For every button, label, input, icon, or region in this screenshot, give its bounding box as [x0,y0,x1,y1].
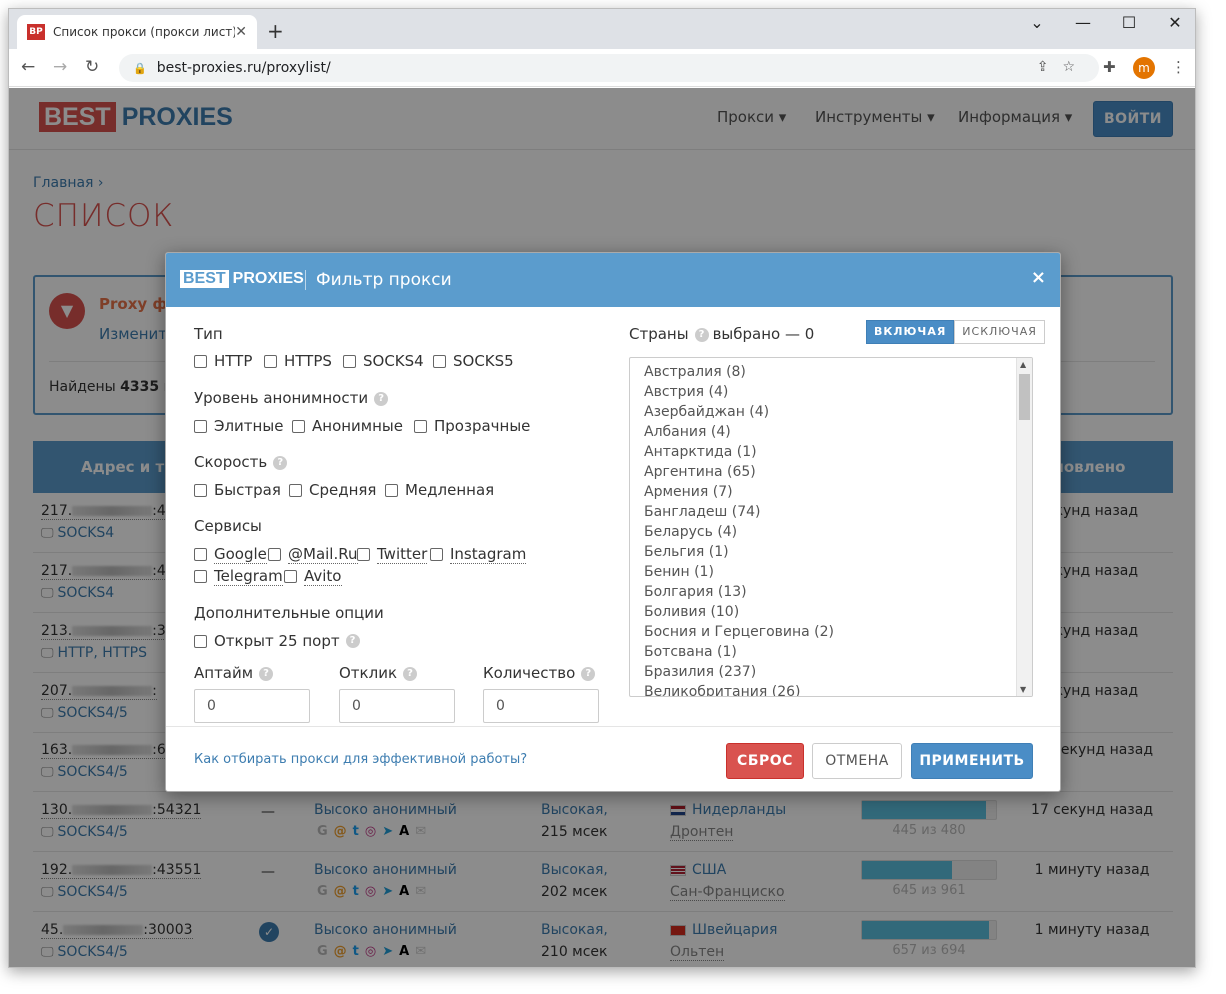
forward-icon[interactable]: → [53,57,67,77]
help-icon[interactable]: ? [374,391,389,406]
lock-icon: 🔒 [133,61,147,75]
tab-bar: BP Список прокси (прокси лист) ✕ + ⌄ — ☐… [9,9,1195,49]
country-option[interactable]: Австрия (4) [644,382,1032,402]
country-option[interactable]: Аргентина (65) [644,462,1032,482]
country-option[interactable]: Армения (7) [644,482,1032,502]
modal-logo-best: BEST [180,270,229,288]
scrollbar-thumb[interactable] [1019,374,1030,420]
anon-label: Уровень анонимности? [194,389,389,407]
help-icon[interactable]: ? [581,666,596,681]
include-exclude-toggle[interactable]: ВКЛЮЧАЯ ИСКЛЮЧАЯ [866,320,1045,344]
modal-logo: BEST PROXIES [180,270,304,288]
speed-label: Скорость? [194,453,288,471]
tab-search-icon[interactable]: ⌄ [1017,13,1057,32]
country-option[interactable]: Беларусь (4) [644,522,1032,542]
checkbox-medium[interactable]: Средняя [289,481,376,499]
apply-button[interactable]: ПРИМЕНИТЬ [911,743,1033,779]
help-icon[interactable]: ? [403,666,418,681]
country-option[interactable]: Великобритания (26) [644,682,1032,696]
url-text: best-proxies.ru/proxylist/ [156,60,331,76]
checkbox-http[interactable]: HTTP [194,352,252,370]
country-option[interactable]: Азербайджан (4) [644,402,1032,422]
country-option[interactable]: Бразилия (237) [644,662,1032,682]
checkbox-elite[interactable]: Элитные [194,417,283,435]
new-tab-icon[interactable]: + [267,19,284,43]
kebab-menu-icon[interactable]: ⋮ [1171,58,1186,76]
checkbox-anonymous[interactable]: Анонимные [292,417,403,435]
help-icon[interactable]: ? [259,666,274,681]
extra-label: Дополнительные опции [194,604,384,622]
scrollbar[interactable]: ▲ ▼ [1016,358,1032,696]
country-option[interactable]: Бангладеш (74) [644,502,1032,522]
checkbox-instagram[interactable]: Instagram [430,545,527,564]
checkbox-mailru[interactable]: @Mail.Ru [268,545,358,564]
scroll-down-icon[interactable]: ▼ [1020,685,1026,694]
exclude-button[interactable]: ИСКЛЮЧАЯ [954,320,1045,344]
modal-title: Фильтр прокси [316,270,452,290]
maximize-icon[interactable]: ☐ [1109,13,1149,32]
back-icon[interactable]: ← [21,57,35,77]
help-icon[interactable]: ? [694,327,709,342]
page: BEST PROXIES Прокси ▾ Инструменты ▾ Инфо… [9,88,1195,967]
country-option[interactable]: Болгария (13) [644,582,1032,602]
response-input[interactable]: 0 [339,689,455,723]
toolbar: ← → ↻ 🔒 best-proxies.ru/proxylist/ ⇪☆ ✚ … [9,49,1195,87]
country-option[interactable]: Бенин (1) [644,562,1032,582]
country-option[interactable]: Боливия (10) [644,602,1032,622]
checkbox-avito[interactable]: Avito [284,567,342,586]
checkbox-twitter[interactable]: Twitter [357,545,428,564]
include-button[interactable]: ВКЛЮЧАЯ [866,320,955,344]
help-icon[interactable]: ? [345,634,360,648]
tab-title: Список прокси (прокси лист) [53,25,236,39]
checkbox-https[interactable]: HTTPS [264,352,332,370]
country-option[interactable]: Бельгия (1) [644,542,1032,562]
uptime-label: Аптайм? [194,664,274,682]
country-option[interactable]: Антарктида (1) [644,442,1032,462]
divider [305,270,306,290]
checkbox-socks4[interactable]: SOCKS4 [343,352,424,370]
divider [166,726,1060,727]
country-option[interactable]: Ботсвана (1) [644,642,1032,662]
quantity-label: Количество? [483,664,596,682]
extensions-icon[interactable]: ✚ [1103,58,1116,76]
modal-header: BEST PROXIES Фильтр прокси × [166,253,1060,307]
close-icon[interactable]: × [1031,267,1046,288]
uptime-input[interactable]: 0 [194,689,310,723]
favicon-icon: BP [27,24,45,40]
services-label: Сервисы [194,517,262,535]
type-label: Тип [194,325,223,343]
checkbox-slow[interactable]: Медленная [385,481,494,499]
browser-window: BP Список прокси (прокси лист) ✕ + ⌄ — ☐… [8,8,1196,968]
filter-modal: BEST PROXIES Фильтр прокси × Тип HTTP HT… [165,252,1061,792]
checkbox-google[interactable]: Google [194,545,267,564]
address-bar[interactable]: 🔒 best-proxies.ru/proxylist/ ⇪☆ [119,54,1099,82]
checkbox-socks5[interactable]: SOCKS5 [433,352,514,370]
country-option[interactable]: Босния и Герцеговина (2) [644,622,1032,642]
checkbox-port25[interactable]: Открыт 25 порт? [194,632,360,650]
modal-logo-proxies: PROXIES [232,270,304,287]
checkbox-fast[interactable]: Быстрая [194,481,281,499]
share-star-icons[interactable]: ⇪☆ [1037,59,1089,75]
country-option[interactable]: Албания (4) [644,422,1032,442]
avatar[interactable]: m [1133,57,1155,79]
minimize-icon[interactable]: — [1063,13,1103,32]
reset-button[interactable]: СБРОС [726,743,804,779]
close-window-icon[interactable]: ✕ [1155,13,1195,32]
reload-icon[interactable]: ↻ [85,57,99,77]
close-tab-icon[interactable]: ✕ [235,24,247,40]
help-icon[interactable]: ? [273,455,288,470]
country-option[interactable]: Австралия (8) [644,362,1032,382]
how-to-link[interactable]: Как отбирать прокси для эффективной рабо… [194,752,527,767]
browser-tab[interactable]: BP Список прокси (прокси лист) ✕ [17,15,257,49]
quantity-input[interactable]: 0 [483,689,599,723]
checkbox-transparent[interactable]: Прозрачные [414,417,530,435]
cancel-button[interactable]: ОТМЕНА [812,743,902,779]
scroll-up-icon[interactable]: ▲ [1020,360,1026,369]
countries-label: Страны? выбрано — 0 [629,325,815,343]
checkbox-telegram[interactable]: Telegram [194,567,283,586]
response-label: Отклик? [339,664,418,682]
countries-list[interactable]: Австралия (8) Австрия (4) Азербайджан (4) А… [629,357,1033,697]
